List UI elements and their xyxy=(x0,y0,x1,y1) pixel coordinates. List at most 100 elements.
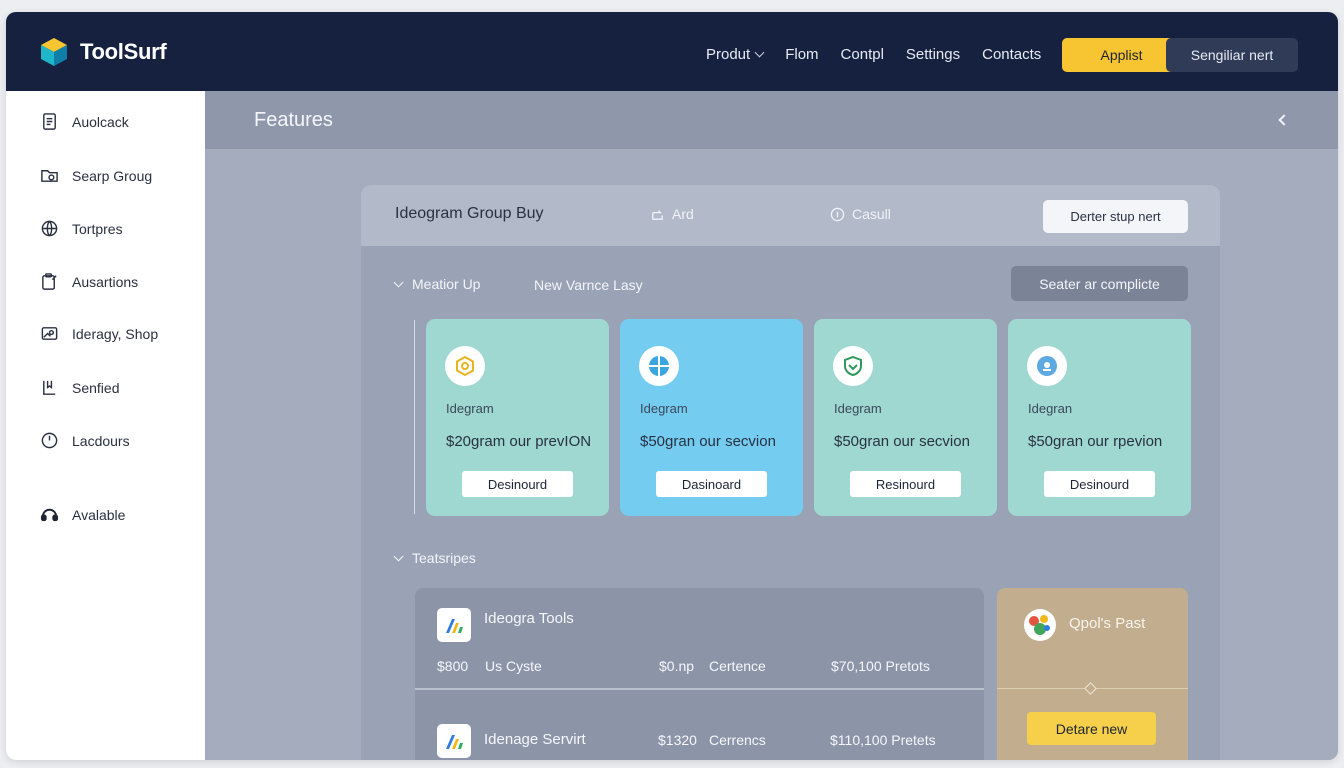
card-button[interactable]: Desinourd xyxy=(462,471,573,497)
section-action-button[interactable]: Seater ar complicte xyxy=(1011,266,1188,301)
globe-icon xyxy=(649,356,669,376)
top-navbar: ToolSurf Produt Flom Contpl Settings Con… xyxy=(6,12,1338,91)
sidebar-item-label: Senfied xyxy=(72,379,120,396)
sidebar-item-lacdours[interactable]: Lacdours xyxy=(40,431,130,450)
section-label: Teatsripes xyxy=(412,550,476,566)
tab-ard[interactable]: Ard xyxy=(650,206,694,222)
globe-icon xyxy=(41,220,58,237)
features-header: Features xyxy=(205,91,1338,149)
tab-label: Ard xyxy=(672,206,694,222)
headset-icon xyxy=(40,508,59,522)
tool-type: Us Cyste xyxy=(485,658,542,674)
nav-item-contpl[interactable]: Contpl xyxy=(841,46,884,63)
card-price: $20gram our prevION xyxy=(446,433,592,450)
tool-logo xyxy=(437,608,471,642)
tools-list: Ideogra Tools $800 Us Cyste $0.np Certen… xyxy=(415,588,984,760)
sidebar-item-label: Ausartions xyxy=(72,273,139,290)
nav-item-label: Contpl xyxy=(840,46,884,63)
shield-icon xyxy=(844,355,862,377)
sidebar-item-label: Ideragy, Shop xyxy=(72,325,159,342)
share-icon xyxy=(652,209,663,220)
sidebar: Auolcack Searp Groug Tortpres Ausartions… xyxy=(6,91,205,760)
sidebar-item-label: Avalable xyxy=(72,506,126,523)
nav-item-label: Produt xyxy=(706,46,751,63)
nav-item-label: Flom xyxy=(785,46,819,63)
nav-item-produt[interactable]: Produt xyxy=(706,46,765,63)
card-button[interactable]: Dasinoard xyxy=(656,471,767,497)
card-icon-wrap xyxy=(445,346,485,386)
sidebar-item-tortpres[interactable]: Tortpres xyxy=(40,219,123,238)
sidebar-item-label: Lacdours xyxy=(72,432,130,449)
info-icon xyxy=(830,207,845,221)
plan-card: Idegran $50gran our rpevion Desinourd xyxy=(1008,319,1191,516)
panel-header: Ideogram Group Buy Ard Casull Derter stu… xyxy=(361,185,1220,246)
app-window: ToolSurf Produt Flom Contpl Settings Con… xyxy=(6,12,1338,760)
divider xyxy=(415,688,984,690)
secondary-nav-button[interactable]: Sengiliar nert xyxy=(1166,38,1298,72)
card-icon-wrap xyxy=(639,346,679,386)
brand-name: ToolSurf xyxy=(80,39,167,64)
drop-icon xyxy=(1037,356,1057,376)
hexagon-icon xyxy=(456,355,474,377)
header-action-button[interactable]: Derter stup nert xyxy=(1043,200,1188,233)
promo-card: Qpol's Past Detare new xyxy=(997,588,1188,760)
card-icon-wrap xyxy=(1027,346,1067,386)
image-icon xyxy=(41,327,58,340)
nav-item-label: Contacts xyxy=(982,46,1042,63)
brand-logo[interactable]: ToolSurf xyxy=(38,36,167,68)
nav-item-contacts[interactable]: Contacts xyxy=(982,46,1041,63)
tool-total: $70,100 Pretots xyxy=(831,658,930,674)
card-price: $50gran our rpevion xyxy=(1028,433,1163,450)
nav-item-label: Settings xyxy=(905,46,961,63)
promo-button[interactable]: Detare new xyxy=(1027,712,1156,745)
section-toggle-meatior[interactable]: Meatior Up xyxy=(393,276,480,292)
card-price: $50gran our secvion xyxy=(640,433,776,450)
bookmark-icon xyxy=(43,380,56,395)
card-button[interactable]: Desinourd xyxy=(1044,471,1155,497)
sidebar-item-avalable[interactable]: Avalable xyxy=(40,505,125,524)
main-nav: Produt Flom Contpl Settings Contacts xyxy=(706,46,1041,63)
sidebar-item-ausartions[interactable]: Ausartions xyxy=(40,272,138,291)
tool-name: Ideogra Tools xyxy=(484,610,574,627)
clock-icon xyxy=(41,432,58,449)
plan-cards: Idegram $20gram our prevION Desinourd Id… xyxy=(426,319,1191,516)
chevron-down-icon xyxy=(754,47,765,58)
sidebar-item-auolcack[interactable]: Auolcack xyxy=(40,112,129,131)
card-icon-wrap xyxy=(833,346,873,386)
sidebar-item-label: Tortpres xyxy=(72,220,123,237)
applist-button[interactable]: Applist xyxy=(1062,38,1181,72)
clipboard-icon xyxy=(42,273,57,290)
diamond-icon xyxy=(1084,682,1097,695)
card-name: Idegran xyxy=(1028,401,1073,416)
tab-label: Casull xyxy=(852,206,891,222)
card-price: $50gran our secvion xyxy=(834,433,970,450)
sidebar-item-ideragy-shop[interactable]: Ideragy, Shop xyxy=(40,324,158,343)
nav-item-settings[interactable]: Settings xyxy=(906,46,960,63)
tool-category: Cerrencs xyxy=(709,732,766,748)
group-buy-panel: Ideogram Group Buy Ard Casull Derter stu… xyxy=(361,185,1220,760)
chevron-down-icon xyxy=(393,277,404,287)
card-button[interactable]: Resinourd xyxy=(850,471,961,497)
divider xyxy=(414,320,415,514)
tool-name: Idenage Servirt xyxy=(484,731,586,748)
cube-logo-icon xyxy=(41,38,67,66)
sidebar-item-label: Auolcack xyxy=(72,113,129,130)
chevron-down-icon xyxy=(393,551,404,561)
section-aux-label[interactable]: New Varnce Lasy xyxy=(534,277,643,293)
main-content: Features Ideogram Group Buy Ard Casull D… xyxy=(205,91,1338,760)
plan-card: Idegram $50gran our secvion Resinourd xyxy=(814,319,997,516)
panel-title: Ideogram Group Buy xyxy=(395,205,544,222)
tool-category: Certence xyxy=(709,658,766,674)
tab-casull[interactable]: Casull xyxy=(830,206,891,222)
card-name: Idegram xyxy=(834,401,882,416)
plan-card: Idegram $50gran our secvion Dasinoard xyxy=(620,319,803,516)
card-name: Idegram xyxy=(446,401,494,416)
card-name: Idegram xyxy=(640,401,688,416)
sidebar-item-label: Searp Groug xyxy=(72,167,153,184)
chevron-left-icon[interactable] xyxy=(1278,114,1290,126)
folder-icon xyxy=(41,170,58,182)
sidebar-item-searp-groug[interactable]: Searp Groug xyxy=(40,166,152,185)
sidebar-item-senfied[interactable]: Senfied xyxy=(40,378,119,397)
nav-item-flom[interactable]: Flom xyxy=(785,46,818,63)
section-toggle-teatsripes[interactable]: Teatsripes xyxy=(393,550,476,566)
